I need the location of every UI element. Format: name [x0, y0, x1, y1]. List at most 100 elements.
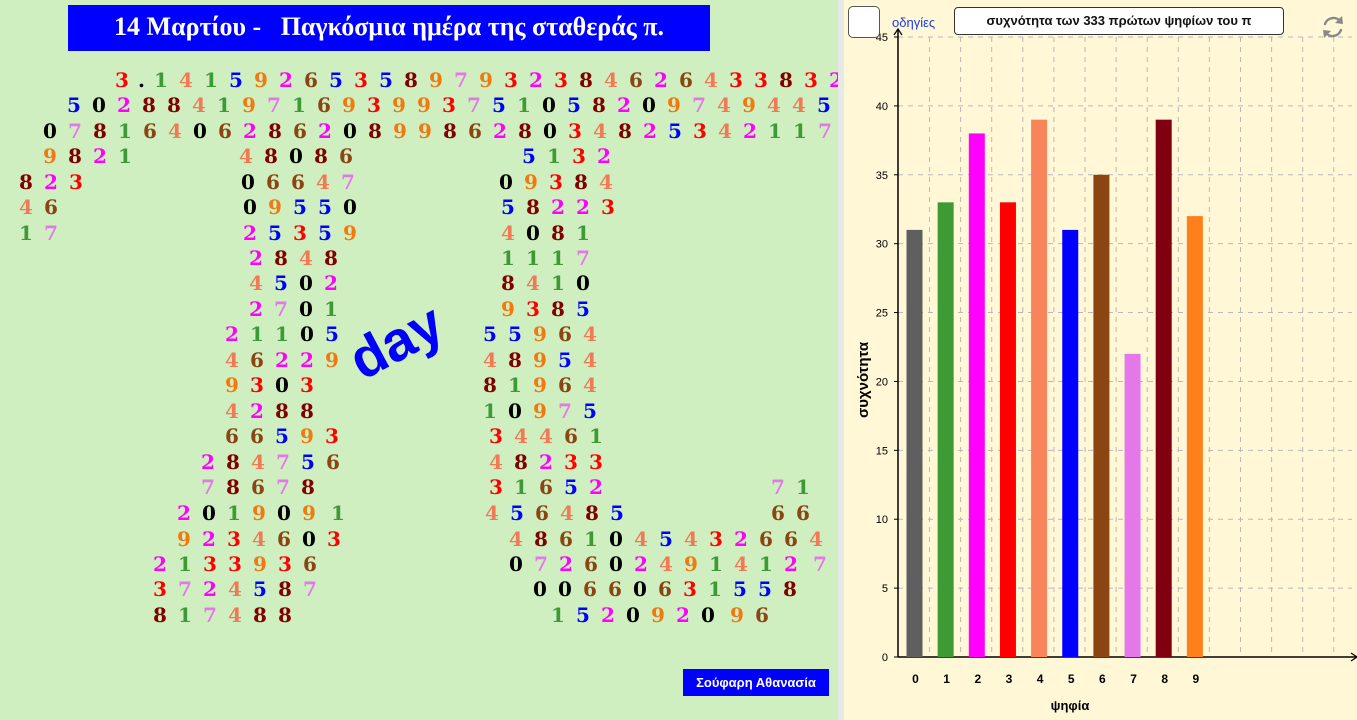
digit-row: 71 [766, 475, 816, 499]
digit: 3 [526, 297, 541, 321]
digit: 6 [796, 501, 811, 525]
digit: 7 [276, 450, 291, 474]
digit: 5 [229, 68, 244, 92]
digit: 0 [576, 271, 591, 295]
digit: 4 [767, 93, 782, 117]
digit: 6 [759, 527, 774, 551]
x-tick-label: 8 [1161, 672, 1168, 686]
digit: 1 [250, 322, 265, 346]
digit: 9 [342, 93, 357, 117]
digit: 6 [303, 552, 318, 576]
digit: 5 [758, 577, 773, 601]
digit: 6 [784, 527, 799, 551]
bar-digit-6 [1093, 174, 1110, 657]
digit: 7 [818, 119, 833, 143]
digit: 3 [300, 373, 315, 397]
digit-row: 66 [766, 501, 816, 525]
digit: 2 [243, 221, 258, 245]
digit: 8 [253, 603, 268, 627]
digit: 0 [526, 221, 541, 245]
x-tick-label: 1 [943, 672, 950, 686]
digit: 3 [227, 527, 242, 551]
digit: 5 [301, 450, 316, 474]
digit: 7 [692, 93, 707, 117]
digit: 3 [804, 68, 819, 92]
digit: 0 [533, 577, 548, 601]
digit: 3 [601, 195, 616, 219]
digit: 9 [393, 119, 408, 143]
digit-row: 25359 [238, 221, 363, 245]
digit: 4 [684, 527, 699, 551]
digit: 3 [504, 68, 519, 92]
hints-label[interactable]: οδηγίες [892, 15, 935, 30]
digit: 4 [19, 195, 34, 219]
digit: 6 [608, 577, 623, 601]
digit: 8 [274, 246, 289, 270]
digit: 4 [583, 373, 598, 397]
x-axis-label: ψηφία [1051, 698, 1090, 713]
digit: 1 [796, 475, 811, 499]
digit: 6 [679, 68, 694, 92]
digit: 6 [225, 424, 240, 448]
digit: 2 [225, 322, 240, 346]
digit: 8 [551, 221, 566, 245]
digit-row: 66593 [220, 424, 345, 448]
digit: 9 [533, 399, 548, 423]
digit: 9 [501, 297, 516, 321]
digit: 9 [253, 552, 268, 576]
digit-row: 09550 [238, 195, 363, 219]
digit: 6 [250, 424, 265, 448]
refresh-icon[interactable] [1318, 12, 1348, 42]
digit: 9 [392, 93, 407, 117]
digit-row: 81964 [478, 373, 603, 397]
digit-row: 152092096 [546, 603, 775, 627]
digit: 8 [314, 144, 329, 168]
digit: 4 [809, 527, 824, 551]
digit: 2 [201, 450, 216, 474]
digit: 6 [755, 603, 770, 627]
digit-row: 5028841971693993751058209749445923 [62, 93, 916, 117]
digit: 8 [167, 93, 182, 117]
show-hints-checkbox[interactable] [848, 6, 880, 38]
digit: 4 [489, 450, 504, 474]
digit: 2 [250, 399, 265, 423]
digit-row: 2701 [244, 297, 344, 321]
digit: 8 [783, 577, 798, 601]
digit: 1 [154, 68, 169, 92]
digit: 7 [267, 93, 282, 117]
digit: 3 [115, 68, 130, 92]
digit: 0 [343, 119, 358, 143]
digit: 6 [250, 348, 265, 372]
digit: 8 [278, 603, 293, 627]
digit: 7 [558, 399, 573, 423]
digit: 1 [759, 552, 774, 576]
digit: 0 [300, 322, 315, 346]
digit: 9 [730, 603, 745, 627]
digit: 3 [293, 221, 308, 245]
digit: 2 [324, 271, 339, 295]
digit-row: 07816406286208998628034825342117067 [38, 119, 917, 143]
bar-digit-9 [1186, 216, 1203, 657]
digit: 5 [576, 297, 591, 321]
x-tick-label: 2 [974, 672, 981, 686]
digit: 8 [585, 501, 600, 525]
digit: 8 [579, 68, 594, 92]
digit: 2 [676, 603, 691, 627]
digit: 6 [468, 119, 483, 143]
author-button[interactable]: Σούφαρη Αθανασία [683, 669, 829, 696]
digit: 4 [704, 68, 719, 92]
digit: 2 [243, 119, 258, 143]
digit: 3 [69, 170, 84, 194]
digit-row: 55964 [478, 322, 603, 346]
bar-digit-4 [1031, 119, 1048, 657]
digit: 2 [734, 527, 749, 551]
digit: 5 [483, 322, 498, 346]
digit: 6 [658, 577, 673, 601]
digit: 5 [67, 93, 82, 117]
bar-digit-1 [937, 202, 954, 658]
digit: 0 [299, 297, 314, 321]
digit: 8 [501, 271, 516, 295]
y-tick-label: 40 [876, 101, 888, 113]
digit: 1 [227, 501, 242, 525]
digit: 8 [68, 144, 83, 168]
